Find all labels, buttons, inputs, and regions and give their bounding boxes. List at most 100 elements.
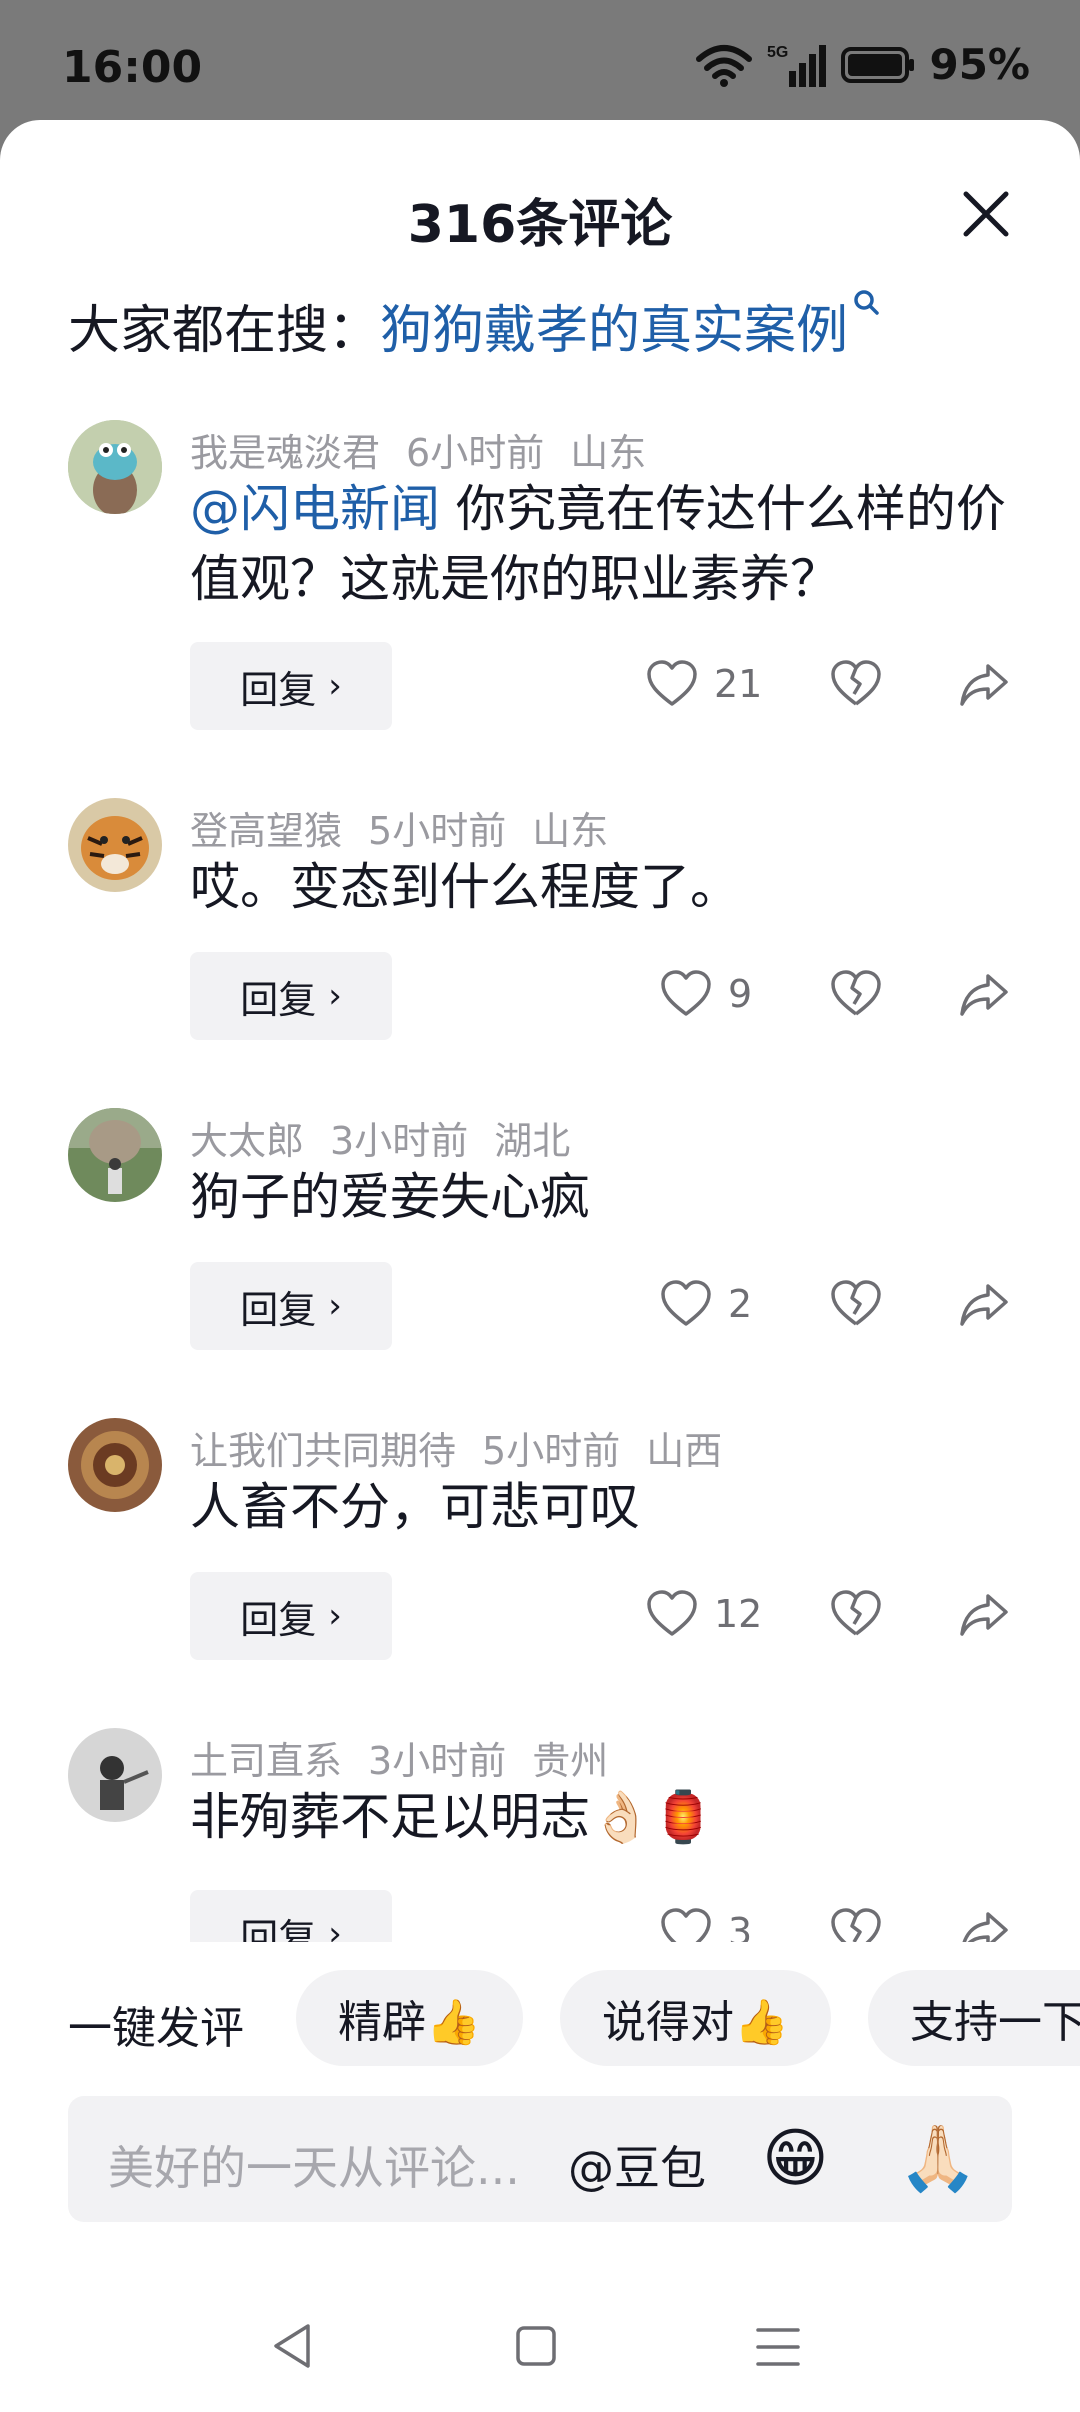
comment-input-bar[interactable]: 美好的一天从评论... @豆包 😁 🙏🏻 xyxy=(68,2096,1012,2222)
quick-reply-chip[interactable]: 支持一下 xyxy=(868,1970,1080,2066)
comment-text: 人畜不分，可悲可叹 xyxy=(190,1472,1020,1542)
broken-heart-icon[interactable] xyxy=(830,970,882,1018)
comment-text: @闪电新闻 你究竟在传达什么样的价值观？这就是你的职业素养？ xyxy=(190,474,1020,614)
trending-search: 大家都在搜：狗狗戴孝的真实案例 xyxy=(68,288,882,363)
trending-search-link[interactable]: 狗狗戴孝的真实案例 xyxy=(380,301,848,361)
comment-body: 哎。变态到什么程度了。 xyxy=(190,858,740,916)
chevron-right-icon: › xyxy=(328,1286,342,1326)
network-type-label: 5G xyxy=(767,44,788,61)
comment-time: 5小时前 xyxy=(482,1429,621,1473)
like-count: 3 xyxy=(728,1910,753,1942)
reply-label: 回复 xyxy=(240,1597,317,1642)
comment-meta: 我是魂淡君 6小时前 山东 xyxy=(190,422,672,477)
trending-search-prefix: 大家都在搜： xyxy=(68,301,381,361)
like-count: 9 xyxy=(728,972,753,1016)
pray-emoji-button[interactable]: 🙏🏻 xyxy=(898,2122,978,2196)
chevron-right-icon: › xyxy=(328,976,342,1016)
quick-reply-row: 一键发评 精辟👍 说得对👍 支持一下 xyxy=(0,1970,1080,2066)
share-icon[interactable] xyxy=(958,1282,1010,1328)
share-icon[interactable] xyxy=(958,1592,1010,1638)
comment-item: 我是魂淡君 6小时前 山东 @闪电新闻 你究竟在传达什么样的价值观？这就是你的职业素… xyxy=(0,420,1080,740)
chevron-right-icon: › xyxy=(328,666,342,706)
status-icons: 5G 95% xyxy=(695,40,1030,89)
heart-icon xyxy=(661,1908,711,1942)
comment-input-placeholder[interactable]: 美好的一天从评论... xyxy=(108,2132,520,2198)
comment-username[interactable]: 我是魂淡君 xyxy=(190,431,380,475)
reply-label: 回复 xyxy=(240,1287,317,1332)
like-button[interactable]: 2 xyxy=(660,1280,752,1328)
reply-label: 回复 xyxy=(240,667,317,712)
quick-reply-chip[interactable]: 精辟👍 xyxy=(296,1970,523,2066)
back-triangle-icon[interactable] xyxy=(270,2320,314,2372)
comment-location: 山西 xyxy=(646,1429,723,1473)
comments-count-title: 316条评论 xyxy=(407,195,673,255)
comment-time: 5小时前 xyxy=(368,809,507,853)
comment-time: 3小时前 xyxy=(330,1119,469,1163)
reply-button[interactable]: 回复 › xyxy=(190,642,392,730)
close-icon[interactable] xyxy=(960,188,1012,240)
grin-emoji-button[interactable]: 😁 xyxy=(762,2122,829,2196)
reply-label: 回复 xyxy=(240,1915,317,1943)
comment-meta: 土司直系 3小时前 贵州 xyxy=(190,1730,634,1785)
comment-meta: 大太郎 3小时前 湖北 xyxy=(190,1110,596,1165)
reply-button[interactable]: 回复 › xyxy=(190,1890,392,1942)
share-icon[interactable] xyxy=(958,1910,1010,1942)
comment-text: 非殉葬不足以明志👌🏻🏮 xyxy=(190,1782,1020,1852)
comment-body: 狗子的爱妾失心疯 xyxy=(190,1168,590,1226)
comment-body: 人畜不分，可悲可叹 xyxy=(190,1478,640,1536)
like-count: 12 xyxy=(714,1592,763,1636)
avatar[interactable] xyxy=(68,1108,162,1202)
system-nav-bar xyxy=(0,2300,1080,2412)
comment-username[interactable]: 登高望猿 xyxy=(190,809,342,853)
like-count: 21 xyxy=(714,662,763,706)
comment-username[interactable]: 大太郎 xyxy=(190,1119,304,1163)
reply-button[interactable]: 回复 › xyxy=(190,1572,392,1660)
comment-username[interactable]: 让我们共同期待 xyxy=(190,1429,456,1473)
reply-button[interactable]: 回复 › xyxy=(190,1262,392,1350)
broken-heart-icon[interactable] xyxy=(830,1590,882,1638)
like-button[interactable]: 21 xyxy=(646,660,762,708)
like-button[interactable]: 9 xyxy=(660,970,752,1018)
broken-heart-icon[interactable] xyxy=(830,1280,882,1328)
comment-location: 贵州 xyxy=(532,1739,609,1783)
chevron-right-icon: › xyxy=(328,1914,342,1942)
avatar[interactable] xyxy=(68,420,162,514)
status-time: 16:00 xyxy=(62,42,203,93)
comment-item: 大太郎 3小时前 湖北 狗子的爱妾失心疯 回复 › 2 xyxy=(0,1108,1080,1368)
menu-lines-icon[interactable] xyxy=(754,2324,802,2370)
comments-sheet: 316条评论 大家都在搜：狗狗戴孝的真实案例 我是魂淡君 6小时前 山东 @闪电新闻… xyxy=(0,120,1080,2412)
broken-heart-icon[interactable] xyxy=(830,660,882,708)
share-icon[interactable] xyxy=(958,662,1010,708)
battery-percent: 95% xyxy=(929,40,1030,89)
quick-reply-chip[interactable]: 说得对👍 xyxy=(560,1970,831,2066)
comment-location: 湖北 xyxy=(494,1119,571,1163)
broken-heart-icon[interactable] xyxy=(830,1908,882,1942)
comment-mention[interactable]: @闪电新闻 xyxy=(190,480,440,538)
chevron-right-icon: › xyxy=(328,1596,342,1636)
status-bar: 16:00 5G 95% xyxy=(0,0,1080,120)
comment-username[interactable]: 土司直系 xyxy=(190,1739,342,1783)
comment-meta: 让我们共同期待 5小时前 山西 xyxy=(190,1420,748,1475)
search-icon xyxy=(854,290,879,315)
comment-time: 3小时前 xyxy=(368,1739,507,1783)
mention-doubao-button[interactable]: @豆包 xyxy=(568,2132,706,2198)
like-button[interactable]: 12 xyxy=(646,1590,762,1638)
comment-location: 山东 xyxy=(570,431,647,475)
avatar[interactable] xyxy=(68,1418,162,1512)
heart-icon xyxy=(647,660,697,706)
heart-icon xyxy=(661,1280,711,1326)
comment-item: 登高望猿 5小时前 山东 哎。变态到什么程度了。 回复 › 9 xyxy=(0,798,1080,1058)
home-square-icon[interactable] xyxy=(514,2322,558,2370)
avatar-image xyxy=(68,420,162,514)
comment-item: 土司直系 3小时前 贵州 非殉葬不足以明志👌🏻🏮 回复 › 3 xyxy=(0,1728,1080,1942)
comment-text: 哎。变态到什么程度了。 xyxy=(190,852,1020,922)
avatar[interactable] xyxy=(68,798,162,892)
comment-body: 非殉葬不足以明志👌🏻🏮 xyxy=(190,1788,715,1846)
reply-button[interactable]: 回复 › xyxy=(190,952,392,1040)
battery-icon xyxy=(841,46,915,83)
like-button[interactable]: 3 xyxy=(660,1908,752,1942)
avatar-image xyxy=(68,1728,162,1822)
share-icon[interactable] xyxy=(958,972,1010,1018)
avatar[interactable] xyxy=(68,1728,162,1822)
wifi-icon xyxy=(696,44,753,87)
